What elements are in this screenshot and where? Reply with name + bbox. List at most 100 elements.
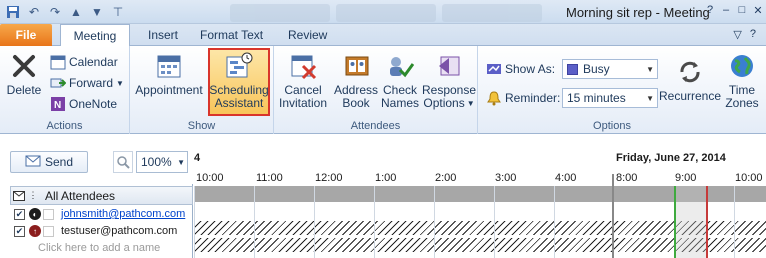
chevron-down-icon: ▼	[646, 93, 654, 103]
hour-gridline	[194, 186, 195, 258]
hour-gridline	[314, 186, 315, 258]
cancel-invitation-button[interactable]: Cancel Invitation	[278, 50, 328, 110]
forward-button[interactable]: Forward ▼	[50, 73, 124, 93]
zoom-dropdown[interactable]: 100% ▼	[136, 151, 188, 173]
appointment-button[interactable]: Appointment	[134, 50, 204, 97]
calendar-button[interactable]: Calendar	[50, 52, 118, 72]
calendar-icon	[50, 54, 66, 70]
svg-text:N: N	[54, 100, 61, 111]
zoom-icon[interactable]	[113, 151, 133, 173]
group-actions: Delete Calendar Forward ▼ N OneNote Acti…	[0, 46, 130, 134]
check-names-button[interactable]: Check Names	[380, 50, 420, 110]
hour-label: 10:00	[196, 172, 224, 184]
hour-gridline	[374, 186, 375, 258]
background-taskbar-tabs	[230, 4, 542, 22]
tab-meeting[interactable]: Meeting	[60, 24, 130, 47]
recurrence-icon	[674, 56, 706, 88]
reminder-value: 15 minutes	[567, 91, 626, 105]
help-icon[interactable]: ?	[702, 0, 718, 20]
show-as-value: Busy	[583, 62, 610, 76]
onenote-button[interactable]: N OneNote	[50, 94, 117, 114]
cancel-label-line2: Invitation	[278, 96, 328, 110]
attendee-select-box[interactable]	[43, 208, 54, 220]
appointment-icon	[153, 50, 185, 82]
attendee-row[interactable]: ✔ ◐ johnsmith@pathcom.com	[10, 206, 193, 222]
minimize-ribbon-icon[interactable]: ▽	[733, 28, 741, 41]
help-ribbon-icon[interactable]: ?	[750, 28, 756, 41]
redo-icon[interactable]: ↷	[46, 3, 64, 21]
attendee-email[interactable]: johnsmith@pathcom.com	[61, 208, 185, 220]
attendee-checkbox[interactable]: ✔	[14, 225, 25, 237]
delete-button[interactable]: Delete	[4, 50, 44, 97]
attendee-email[interactable]: testuser@pathcom.com	[61, 225, 177, 237]
undo-icon[interactable]: ↶	[25, 3, 43, 21]
forward-icon	[50, 75, 66, 91]
globe-icon	[726, 50, 758, 82]
onenote-label: OneNote	[69, 97, 118, 111]
check-names-icon	[384, 50, 416, 82]
info-icon: ⋮	[28, 190, 38, 200]
group-show: Appointment Scheduling Assistant Show	[130, 46, 274, 134]
hour-label: 3:00	[495, 172, 517, 184]
timezones-label-line2: Zones	[725, 96, 759, 110]
day-separator	[612, 174, 614, 258]
send-button[interactable]: Send	[10, 151, 88, 173]
attendee-select-box[interactable]	[43, 225, 54, 237]
tab-insert[interactable]: Insert	[138, 24, 188, 46]
hour-gridline	[434, 186, 435, 258]
hour-label: 8:00	[616, 172, 638, 184]
reminder-label: Reminder:	[486, 88, 560, 108]
organizer-icon: ◐	[29, 208, 41, 220]
chevron-down-icon: ▼	[646, 64, 654, 74]
down-icon[interactable]: ▼	[88, 3, 106, 21]
scheduling-label-line2: Assistant	[214, 96, 264, 110]
close-button[interactable]: ✕	[750, 0, 766, 20]
response-label-line2: Options ▼	[423, 97, 474, 110]
hour-gridline	[494, 186, 495, 258]
envelope-icon	[11, 190, 27, 201]
meeting-time-selection[interactable]	[674, 186, 708, 258]
time-zones-button[interactable]: Time Zones	[724, 50, 760, 110]
forward-label: Forward	[69, 76, 114, 90]
tab-review[interactable]: Review	[278, 24, 337, 46]
hour-label: 9:00	[675, 172, 697, 184]
add-name-placeholder[interactable]: Click here to add a name	[38, 242, 160, 254]
address-book-button[interactable]: Address Book	[334, 50, 378, 110]
show-as-dropdown[interactable]: Busy ▼	[562, 59, 658, 79]
attendee-row[interactable]: ✔ ↑ testuser@pathcom.com	[10, 223, 193, 239]
hour-label: 11:00	[256, 172, 283, 184]
scheduling-assistant-button[interactable]: Scheduling Assistant	[208, 48, 270, 116]
chevron-down-icon: ▼	[177, 157, 185, 167]
hour-label: 12:00	[315, 172, 343, 184]
title-bar: ↶ ↷ ▲ ▼ ⊤ Morning sit rep - Meeting ? – …	[0, 0, 766, 24]
attendee-checkbox[interactable]: ✔	[14, 208, 25, 220]
group-attendees: Cancel Invitation Address Book Check Nam…	[274, 46, 478, 134]
cancel-invitation-icon	[287, 50, 319, 82]
send-icon	[25, 155, 41, 170]
customize-icon[interactable]: ⊤	[109, 3, 127, 21]
show-as-label: Show As:	[486, 59, 555, 79]
zoom-value: 100%	[141, 155, 172, 169]
all-attendees-label: All Attendees	[45, 188, 116, 203]
window-title: Morning sit rep - Meeting	[566, 5, 710, 20]
window-controls: ? – □ ✕	[702, 0, 766, 20]
minimize-button[interactable]: –	[718, 0, 734, 20]
show-as-icon	[486, 61, 502, 77]
tab-format-text[interactable]: Format Text	[190, 24, 273, 46]
recurrence-button[interactable]: Recurrence	[659, 56, 721, 103]
ribbon-tabs: File Meeting Insert Format Text Review ▽…	[0, 24, 766, 47]
add-name-row[interactable]: Click here to add a name	[10, 240, 193, 256]
up-icon[interactable]: ▲	[67, 3, 85, 21]
reminder-dropdown[interactable]: 15 minutes ▼	[562, 88, 658, 108]
group-label-actions: Actions	[46, 120, 83, 132]
calendar-label: Calendar	[69, 55, 118, 69]
send-label: Send	[44, 155, 74, 169]
hour-label: 1:00	[375, 172, 397, 184]
response-options-button[interactable]: Response Options ▼	[422, 50, 476, 110]
maximize-button[interactable]: □	[734, 0, 750, 20]
timeline-grid[interactable]: 4 Friday, June 27, 2014 10:00 11:00 12:0…	[194, 152, 766, 258]
ribbon: Delete Calendar Forward ▼ N OneNote Acti…	[0, 46, 766, 134]
tab-file[interactable]: File	[0, 24, 52, 46]
group-label-options: Options	[593, 120, 631, 132]
save-icon[interactable]	[4, 3, 22, 21]
